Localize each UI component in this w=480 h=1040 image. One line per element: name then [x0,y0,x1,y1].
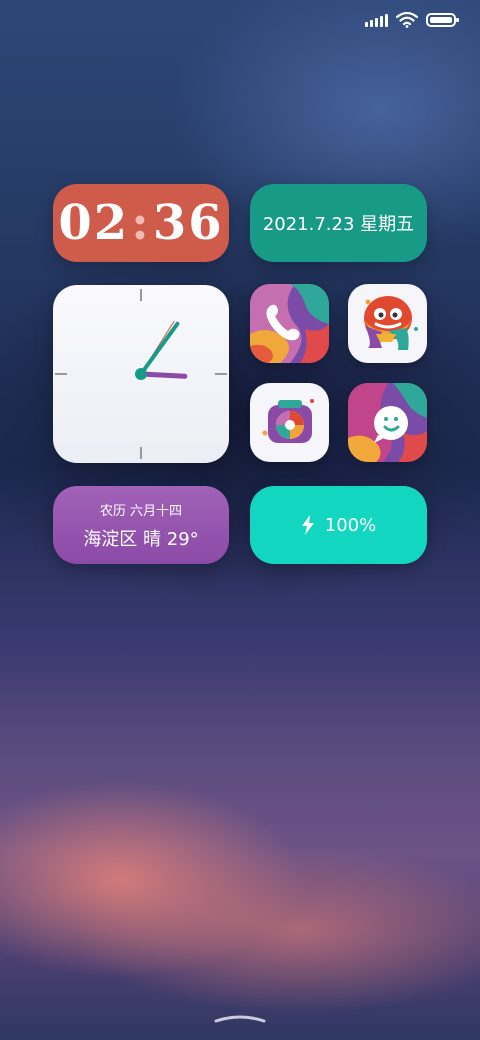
hour-hand [138,371,188,379]
clock-minutes: 36 [152,195,224,251]
battery-percent: 100% [324,514,377,536]
analog-clock-widget[interactable] [53,285,229,463]
lightning-icon [301,515,314,535]
battery-fill [430,17,452,23]
lunar-weather-widget[interactable]: 农历 六月十四 海淀区 晴 29° [53,486,229,564]
clock-separator: : [131,195,151,251]
battery-widget[interactable]: 100% [250,486,427,564]
home-gesture-bar[interactable] [214,1012,266,1024]
analog-clock-face [55,289,227,459]
digital-clock-time: 02:36 [58,195,223,251]
phone-app-icon[interactable] [250,284,329,363]
messages-app-icon[interactable] [348,383,427,462]
status-bar [365,8,459,32]
phone-icon [250,284,329,363]
digital-clock-widget[interactable]: 02:36 [53,184,229,262]
camera-app-icon[interactable] [250,383,329,462]
qq-penguin-icon [364,296,418,350]
message-bubble-icon [348,383,427,462]
wifi-icon [396,12,418,28]
signal-bars-icon [365,13,388,27]
clock-center [135,368,147,380]
camera-icon [262,399,314,443]
qq-app-icon[interactable] [348,284,427,363]
lunar-date: 农历 六月十四 [99,503,183,519]
date-text: 2021.7.23 星期五 [262,214,415,235]
battery-icon [426,13,459,27]
date-widget[interactable]: 2021.7.23 星期五 [250,184,427,262]
weather-text: 海淀区 晴 29° [83,528,199,550]
clock-hours: 02 [58,195,130,251]
minute-hand [139,321,180,376]
